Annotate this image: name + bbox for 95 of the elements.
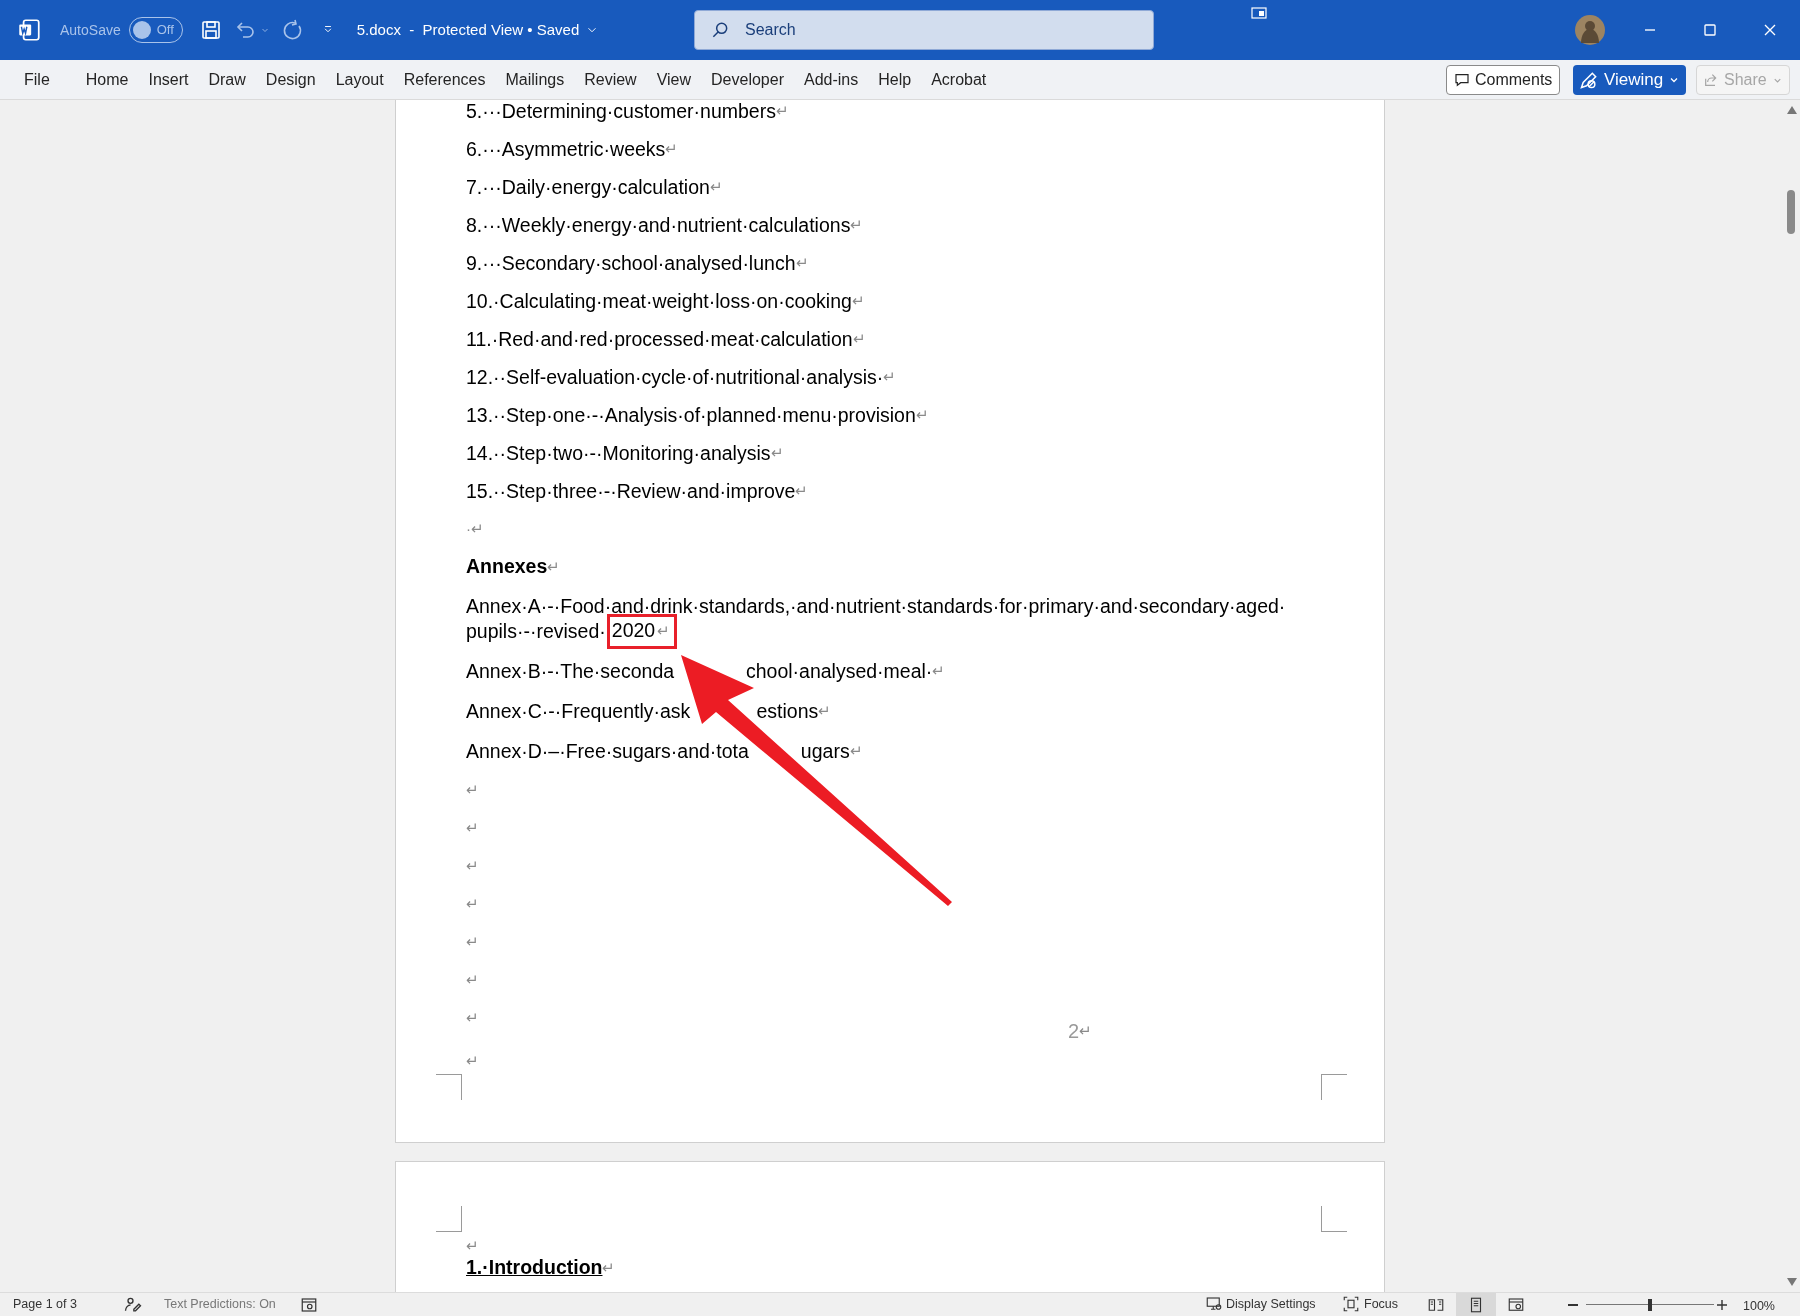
share-icon: [1703, 72, 1719, 88]
ribbon-tab[interactable]: Acrobat: [921, 61, 997, 98]
ribbon-tab[interactable]: Mailings: [495, 61, 575, 98]
macro-recording-icon[interactable]: [299, 1295, 318, 1314]
ribbon-tab[interactable]: References: [393, 61, 496, 98]
viewing-button[interactable]: Viewing: [1573, 65, 1687, 95]
autosave-label: AutoSave: [60, 20, 121, 40]
window-icon[interactable]: [1251, 6, 1267, 20]
text-predictions-status[interactable]: Text Predictions: On: [163, 1295, 276, 1314]
ribbon-tab[interactable]: Design: [255, 61, 326, 98]
list-item: 14.··Step·two·-·Monitoring·analysis: [466, 443, 771, 463]
paragraph-mark: ↵: [770, 442, 784, 461]
highlighted-year: 2020↵: [606, 613, 678, 649]
ribbon-tab[interactable]: Draw: [198, 61, 256, 98]
paragraph-mark: ↵: [466, 1007, 479, 1028]
paragraph-mark: ↵: [466, 855, 479, 876]
paragraph-mark: ↵: [795, 252, 809, 273]
zoom-slider-thumb[interactable]: [1648, 1299, 1652, 1311]
annex-text: Annex·B·-·The·seconda: [466, 660, 675, 682]
paragraph-mark: ↵: [883, 366, 897, 385]
margin-corner-mark: [1321, 1074, 1347, 1100]
zoom-in-icon[interactable]: [1716, 1299, 1728, 1311]
word-icon[interactable]: [16, 17, 42, 43]
list-item: 12.··Self-evaluation·cycle·of·nutritional·analysis·: [466, 367, 884, 387]
margin-corner-mark: [436, 1074, 462, 1100]
paragraph-mark: ↵: [665, 138, 679, 157]
section-heading: Annexes: [466, 554, 548, 580]
list-item: 15.··Step·three·-·Review·and·improve: [466, 481, 796, 501]
pen-icon: [1579, 70, 1599, 90]
search-icon: [710, 20, 730, 40]
scroll-up-icon[interactable]: [1787, 106, 1797, 114]
paragraph-mark: ↵: [466, 779, 479, 800]
paragraph-mark: ↵: [466, 931, 479, 952]
paragraph-mark: ↵: [851, 290, 865, 309]
ribbon-tab[interactable]: Insert: [138, 61, 199, 98]
paragraph-mark: ↵: [852, 328, 866, 347]
ribbon-tab[interactable]: View: [646, 61, 702, 98]
zoom-percentage[interactable]: 100%: [1743, 1297, 1775, 1316]
section-heading: 1.·Introduction: [466, 1255, 603, 1281]
list-item: 7.···Daily·energy·calculation: [466, 177, 710, 197]
paragraph-mark: ↵: [818, 700, 832, 721]
ribbon-tab[interactable]: Help: [868, 61, 922, 98]
list-item: 9.···Secondary·school·analysed·lunch: [466, 253, 796, 273]
ribbon-tab[interactable]: File: [14, 61, 60, 98]
annex-text: chool·analysed·meal·: [745, 660, 933, 682]
list-item: 6.···Asymmetric·weeks: [466, 139, 666, 159]
annex-text: pupils·-·revised·: [466, 620, 606, 642]
web-layout-icon: [1507, 1296, 1525, 1314]
list-item: 13.··Step·one·-·Analysis·of·planned·menu·provision: [466, 405, 916, 425]
annex-text: Annex·C·-·Frequently·ask: [466, 700, 691, 722]
paragraph-mark: ↵: [775, 100, 789, 119]
focus-icon: [1342, 1295, 1360, 1314]
paragraph-mark: ↵: [466, 969, 479, 990]
view-mode-button[interactable]: [1456, 1293, 1496, 1316]
comment-icon: [1454, 72, 1470, 88]
paragraph-mark: ↵: [466, 1050, 479, 1071]
paragraph-mark: ↵: [932, 660, 946, 679]
paragraph-mark: ↵: [471, 518, 484, 539]
search-field[interactable]: Search: [694, 10, 1154, 50]
ribbon-tab[interactable]: Add-ins: [794, 61, 869, 98]
margin-corner-mark: [1321, 1206, 1347, 1232]
list-item: 10.·Calculating·meat·weight·loss·on·cooking: [466, 291, 852, 311]
page-count[interactable]: Page 1 of 3: [13, 1295, 77, 1314]
paragraph-mark: ↵: [466, 817, 479, 838]
paragraph-mark: ↵: [466, 893, 479, 914]
page-number: 2: [1068, 1019, 1080, 1044]
display-settings-button[interactable]: Display Settings: [1205, 1295, 1316, 1314]
paragraph-mark: ↵: [915, 404, 929, 423]
paragraph-mark: ↵: [547, 556, 561, 577]
paragraph-mark: ↵: [1079, 1020, 1093, 1041]
document-title[interactable]: 5.docx - Protected View • Saved: [356, 18, 580, 42]
annex-text: estions: [756, 700, 819, 722]
paragraph-mark: ↵: [850, 214, 864, 233]
annex-text: Annex·D·–·Free·sugars·and·tota: [466, 740, 749, 762]
list-item: 5.···Determining·customer·numbers: [466, 101, 776, 121]
zoom-slider[interactable]: [1586, 1299, 1714, 1311]
scrollbar-thumb[interactable]: [1787, 190, 1795, 234]
focus-button[interactable]: Focus: [1342, 1295, 1399, 1314]
paragraph-mark: ↵: [709, 176, 723, 195]
paragraph-mark: ↵: [849, 740, 863, 759]
empty-paragraph-dot: ·: [466, 518, 471, 539]
list-item: 8.···Weekly·energy·and·nutrient·calculations: [466, 215, 851, 235]
paragraph-mark: ↵: [466, 1235, 479, 1256]
ribbon-tab[interactable]: Home: [75, 61, 139, 98]
paragraph-mark: ↵: [602, 1257, 616, 1278]
ribbon-tab[interactable]: Developer: [701, 61, 794, 98]
scroll-down-icon[interactable]: [1787, 1278, 1797, 1286]
margin-corner-mark: [436, 1206, 462, 1232]
read-mode-icon: [1427, 1296, 1445, 1314]
ribbon-tab[interactable]: Review: [574, 61, 647, 98]
list-item: 11.·Red·and·red·processed·meat·calculation: [466, 329, 853, 349]
ribbon-tab[interactable]: Layout: [325, 61, 394, 98]
paragraph-mark: ↵: [795, 480, 809, 499]
comments-button[interactable]: Comments: [1446, 65, 1561, 95]
annex-text: ugars: [800, 740, 850, 762]
